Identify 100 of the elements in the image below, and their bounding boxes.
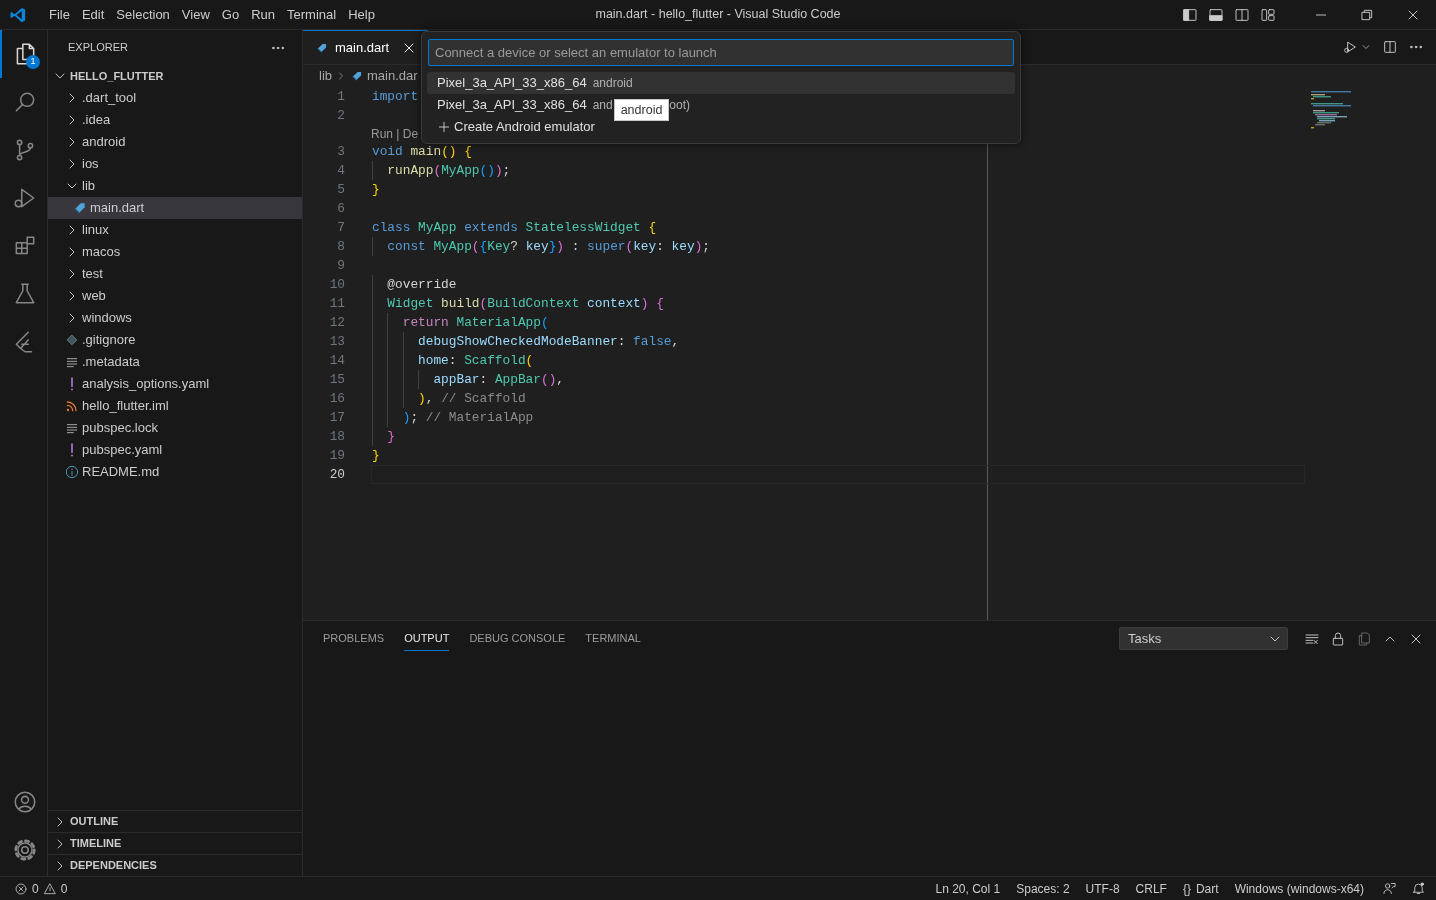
tree-item[interactable]: README.md [48,461,302,483]
tree-item[interactable]: analysis_options.yaml [48,373,302,395]
menu-item[interactable]: Edit [75,3,111,26]
line-number: 4 [336,161,346,180]
menu-item[interactable]: Terminal [281,3,343,26]
line-number: 15 [328,370,346,389]
tree-item[interactable]: macos [48,241,302,263]
menu-item[interactable]: Help [342,3,381,26]
line-number: 3 [336,142,346,161]
tree-item[interactable]: pubspec.lock [48,417,302,439]
menu-item[interactable]: Go [215,3,246,26]
code-line: class MyApp extends StatelessWidget { [371,219,658,237]
exclamation-file-icon [70,377,74,391]
tree-item[interactable]: lib [48,175,302,197]
copy-icon[interactable] [1356,630,1372,647]
panel-tab[interactable]: PROBLEMS [323,625,385,652]
breadcrumb-item[interactable]: lib [319,66,332,86]
status-item[interactable]: CRLF [1129,879,1173,898]
line-number: 8 [336,237,346,256]
sidebar-toggle-icon[interactable] [1182,6,1198,23]
menu-item[interactable]: Run [245,3,281,26]
tree-item[interactable]: .dart_tool [48,87,302,109]
line-number: 18 [328,427,346,446]
code-line: ); // MaterialApp [371,408,535,427]
menu-item[interactable]: File [43,3,76,26]
quick-pick-item[interactable]: Pixel_3a_API_33_x86_64 android [427,72,1015,94]
layout-grid-icon[interactable] [1260,6,1276,23]
status-item[interactable]: UTF-8 [1079,879,1126,898]
diamond-file-icon [64,332,80,348]
tree-item[interactable]: pubspec.yaml [48,439,302,461]
settings-icon [12,837,38,863]
status-item[interactable]: Spaces: 2 [1010,879,1076,898]
tree-item[interactable]: ios [48,153,302,175]
tree-item[interactable]: main.dart [48,197,302,219]
input-field[interactable]: Connect a device or select an emulator to launch [428,39,1014,66]
lock-icon[interactable] [1330,630,1346,647]
exclamation-file-icon [70,443,74,457]
tree-item[interactable]: .idea [48,109,302,131]
tree-item[interactable]: .metadata [48,351,302,373]
status-item[interactable]: Windows (windows-x64) [1228,879,1370,898]
braces-icon: {} [1182,879,1191,898]
tree-item[interactable]: hello_flutter.iml [48,395,302,417]
code-line: return MaterialApp( [371,313,550,332]
split-layout-icon[interactable] [1234,6,1250,23]
tree-item[interactable]: .gitignore [48,329,302,351]
code-line: runApp(MyApp()); [371,161,512,180]
menu-item[interactable]: Selection [110,3,176,26]
count-badge: 1 [26,55,40,69]
device-type: android [592,75,633,92]
status-item[interactable]: Ln 20, Col 1 [929,879,1007,898]
panel-tab[interactable]: TERMINAL [585,625,641,652]
status-item[interactable]: {} Dart [1176,879,1225,898]
warning-icon[interactable] [42,881,57,896]
feedback-icon[interactable] [1382,881,1397,896]
device-name: Pixel_3a_API_33_x86_64 [437,96,587,115]
line-number: 5 [336,180,346,199]
code-line: import [371,88,420,106]
tree-item[interactable]: linux [48,219,302,241]
line-number: 11 [328,294,346,313]
device-type: oot) [669,97,691,114]
code-line: } [371,427,397,446]
app-logo-icon [9,5,27,24]
line-number: 12 [328,313,346,332]
line-number: 14 [328,351,346,370]
menu-item[interactable]: View [175,3,216,26]
code-line: } [371,181,381,199]
warning-count[interactable]: 0 [60,879,68,898]
panel-tab[interactable]: DEBUG CONSOLE [469,625,566,652]
tasks-dropdown[interactable]: Tasks [1119,627,1288,650]
editor-tab[interactable]: main.dart [303,30,429,64]
tree-item[interactable]: windows [48,307,302,329]
tree-item[interactable]: android [48,131,302,153]
dart-file-icon [72,200,88,216]
section-header[interactable]: TIMELINE [48,832,302,854]
tree-item[interactable]: web [48,285,302,307]
device-name: Pixel_3a_API_33_x86_64 [437,74,587,93]
code-lens-link[interactable]: Run | De [371,124,419,143]
panel-toggle-icon[interactable] [1208,6,1224,23]
tree-item[interactable]: test [48,263,302,285]
panel-tab[interactable]: OUTPUT [404,625,450,652]
bell-icon[interactable] [1411,881,1426,896]
section-header[interactable]: OUTLINE [48,810,302,832]
line-number: 13 [328,332,346,351]
split-editor-icon[interactable] [1382,39,1398,55]
tooltip: android [613,98,670,122]
device-type: and [592,97,613,114]
line-number: 10 [328,275,346,294]
error-icon[interactable] [14,881,28,896]
line-number: 20 [328,465,346,484]
breadcrumb-item[interactable]: main.dar [367,66,418,86]
line-number: 16 [328,389,346,408]
line-number: 7 [336,218,346,237]
account-icon [12,789,38,815]
line-number: 2 [336,106,346,125]
tree-header[interactable]: HELLO_FLUTTER [48,65,302,87]
code-line: void main() { [371,143,473,161]
action-label: Create Android emulator [454,118,595,137]
line-number: 9 [336,256,346,275]
run-debug-icon[interactable] [1342,39,1358,55]
error-count[interactable]: 0 [32,879,39,898]
